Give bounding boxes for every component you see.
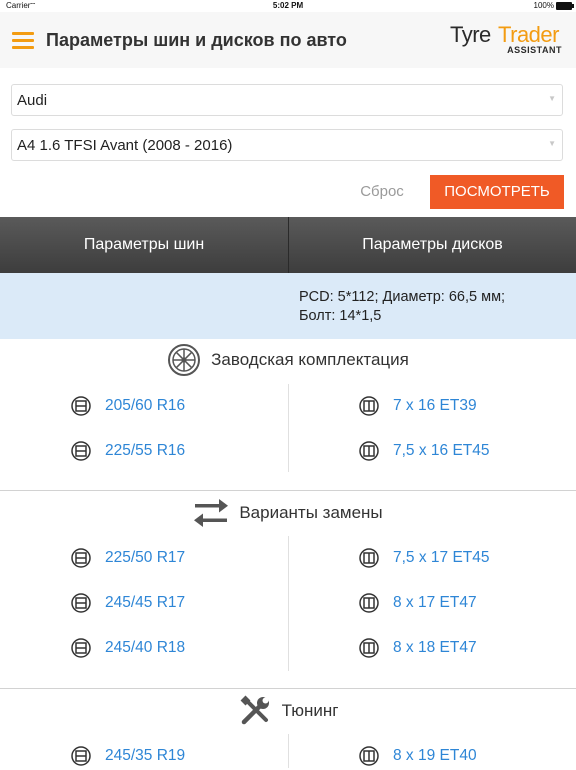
battery-icon — [556, 2, 574, 10]
section-title-factory: Заводская комплектация — [211, 350, 409, 369]
tire-icon — [71, 548, 91, 568]
status-bar: Carrier ⌔ 5:02 PM 100% — [0, 0, 576, 12]
info-bolt-line: Болт: 14*1,5 — [299, 308, 382, 324]
tire-size-label: 245/35 R19 — [105, 747, 186, 764]
wheel-rim-icon — [168, 344, 201, 376]
tire-size-label: 245/40 R18 — [105, 639, 186, 656]
wheel-icon — [359, 396, 379, 416]
info-pcd-line: PCD: 5*112; Диаметр: 66,5 мм; — [299, 289, 506, 305]
tyretrader-logo: Tyre Trader ASSISTANT — [450, 22, 562, 56]
section-header-factory: Заводская комплектация — [0, 343, 576, 383]
column-divider — [288, 384, 289, 472]
section-divider — [0, 490, 576, 491]
chevron-down-icon: ▼ — [548, 139, 556, 148]
column-divider — [288, 536, 289, 671]
make-select-value: Audi — [17, 92, 48, 109]
wheel-size-label: 8 x 18 ET47 — [393, 639, 477, 656]
tire-size-label: 245/45 R17 — [105, 594, 186, 611]
make-select[interactable]: Audi ▼ — [11, 84, 563, 116]
view-button[interactable]: ПОСМОТРЕТЬ — [430, 175, 564, 209]
logo-word-tyre: Tyre — [450, 22, 491, 47]
section-divider — [0, 688, 576, 689]
section-title-tuning: Тюнинг — [281, 701, 339, 720]
wheel-size-label: 7 x 16 ET39 — [393, 397, 477, 414]
swap-arrows-icon — [194, 499, 229, 527]
tire-icon — [71, 746, 91, 766]
tire-size-label: 225/55 R16 — [105, 442, 186, 459]
tire-size-label: 225/50 R17 — [105, 549, 186, 566]
wheel-icon — [359, 593, 379, 613]
tire-icon — [71, 593, 91, 613]
wheel-icon — [359, 548, 379, 568]
column-divider — [288, 734, 289, 768]
tire-icon — [71, 396, 91, 416]
section-header-tuning: Тюнинг — [0, 694, 576, 734]
tire-size-label: 205/60 R16 — [105, 397, 186, 414]
section-header-replacement: Варианты замены — [0, 496, 576, 536]
reset-button[interactable]: Сброс — [350, 175, 414, 209]
page-title: Параметры шин и дисков по авто — [46, 30, 347, 50]
model-select[interactable]: A4 1.6 TFSI Avant (2008 - 2016) ▼ — [11, 129, 563, 161]
wheel-icon — [359, 746, 379, 766]
wheel-info-panel: PCD: 5*112; Диаметр: 66,5 мм; Болт: 14*1… — [0, 273, 576, 339]
wheel-size-label: 8 x 17 ET47 — [393, 594, 477, 611]
wheel-size-label: 7,5 x 17 ET45 — [393, 549, 490, 566]
app-header: Параметры шин и дисков по авто Tyre Trad… — [0, 12, 576, 68]
logo-word-assistant: ASSISTANT — [507, 45, 562, 55]
tire-icon — [71, 441, 91, 461]
clock: 5:02 PM — [272, 1, 304, 10]
hamburger-menu-icon[interactable] — [12, 32, 34, 49]
tire-icon — [71, 638, 91, 658]
tab-bar: Параметры шин Параметры дисков — [0, 217, 576, 273]
wrench-screwdriver-icon — [240, 695, 269, 725]
tab-wheel-parameters[interactable]: Параметры дисков — [289, 217, 576, 273]
wheel-size-label: 8 x 19 ET40 — [393, 747, 477, 764]
tab-tire-parameters[interactable]: Параметры шин — [0, 217, 288, 273]
wheel-icon — [359, 638, 379, 658]
wheel-icon — [359, 441, 379, 461]
battery-percent: 100% — [533, 1, 554, 10]
section-title-replacement: Варианты замены — [239, 503, 383, 522]
wheel-size-label: 7,5 x 16 ET45 — [393, 442, 490, 459]
chevron-down-icon: ▼ — [548, 94, 556, 103]
model-select-value: A4 1.6 TFSI Avant (2008 - 2016) — [17, 137, 233, 154]
